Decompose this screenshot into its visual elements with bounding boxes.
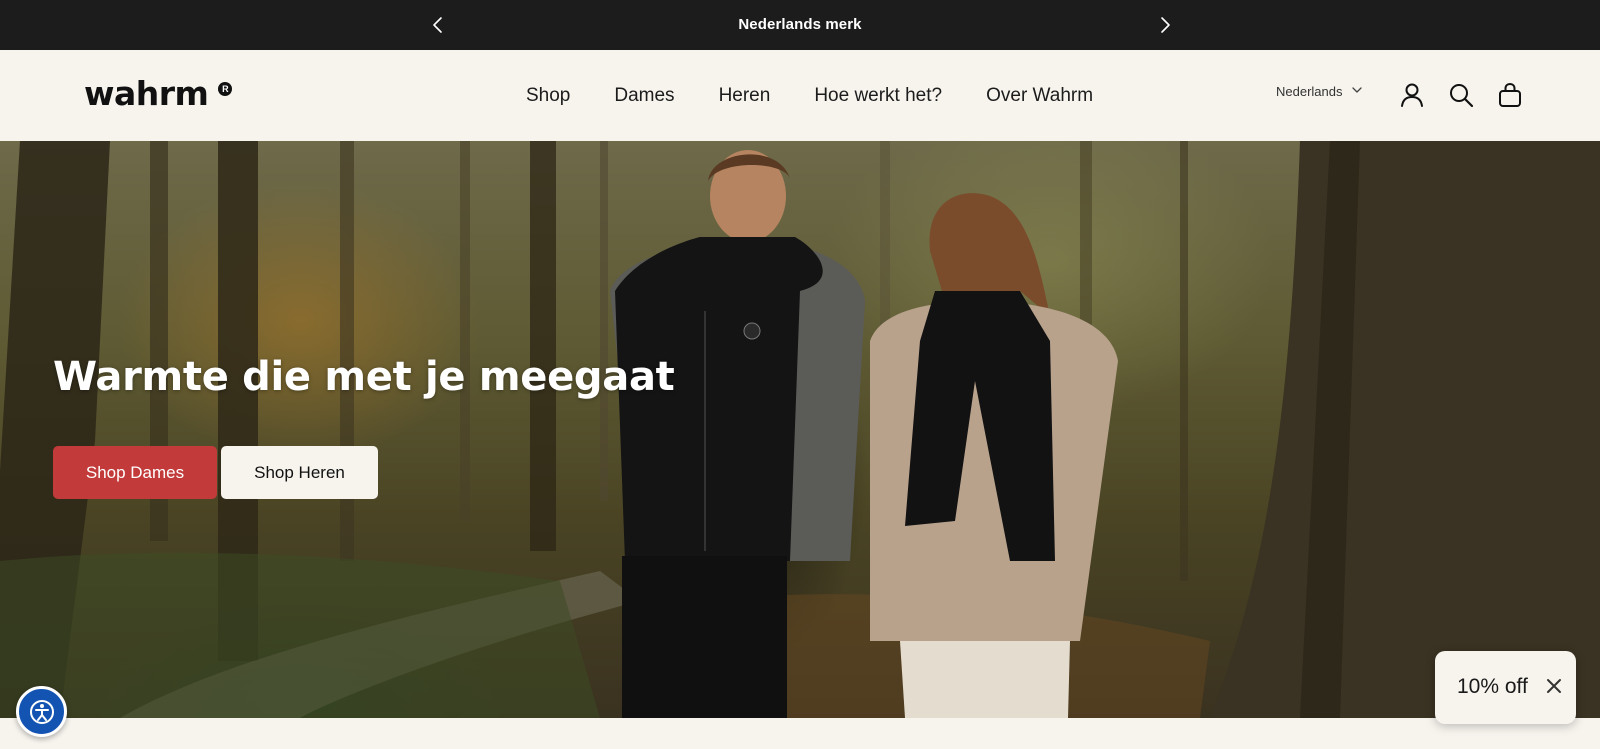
nav-over-wahrm[interactable]: Over Wahrm [986, 85, 1093, 107]
logo-wordmark: wahrm [84, 74, 209, 113]
language-label: Nederlands [1276, 84, 1343, 99]
accessibility-icon [30, 700, 54, 724]
site-header: wahrm R Shop Dames Heren Hoe werkt het? … [0, 50, 1600, 141]
next-section [0, 718, 1600, 749]
chevron-down-icon [1351, 84, 1363, 99]
discount-popup: 10% off [1435, 651, 1576, 724]
main-nav: Shop Dames Heren Hoe werkt het? Over Wah… [526, 50, 1093, 141]
logo[interactable]: wahrm R [84, 74, 233, 114]
nav-shop[interactable]: Shop [526, 85, 570, 107]
announcement-message: Nederlands merk [738, 16, 862, 33]
cart-icon[interactable] [1496, 81, 1524, 109]
chevron-right-icon[interactable] [1153, 13, 1177, 37]
hero-headline: Warmte die met je meegaat [53, 354, 675, 400]
shop-dames-button[interactable]: Shop Dames [53, 446, 217, 499]
announcement-bar: Nederlands merk [0, 0, 1600, 50]
language-selector[interactable]: Nederlands [1276, 84, 1363, 99]
discount-label[interactable]: 10% off [1457, 675, 1528, 699]
shop-heren-button[interactable]: Shop Heren [221, 446, 378, 499]
hero-photo [0, 141, 1600, 718]
close-icon[interactable] [1545, 677, 1563, 695]
nav-hoe-werkt-het[interactable]: Hoe werkt het? [814, 85, 942, 107]
hero-banner: Warmte die met je meegaat Shop Dames Sho… [0, 141, 1600, 718]
nav-dames[interactable]: Dames [614, 85, 674, 107]
account-icon[interactable] [1398, 81, 1426, 109]
nav-heren[interactable]: Heren [719, 85, 771, 107]
accessibility-button[interactable] [16, 686, 67, 737]
registered-mark-icon: R [218, 82, 233, 96]
search-icon[interactable] [1447, 81, 1475, 109]
